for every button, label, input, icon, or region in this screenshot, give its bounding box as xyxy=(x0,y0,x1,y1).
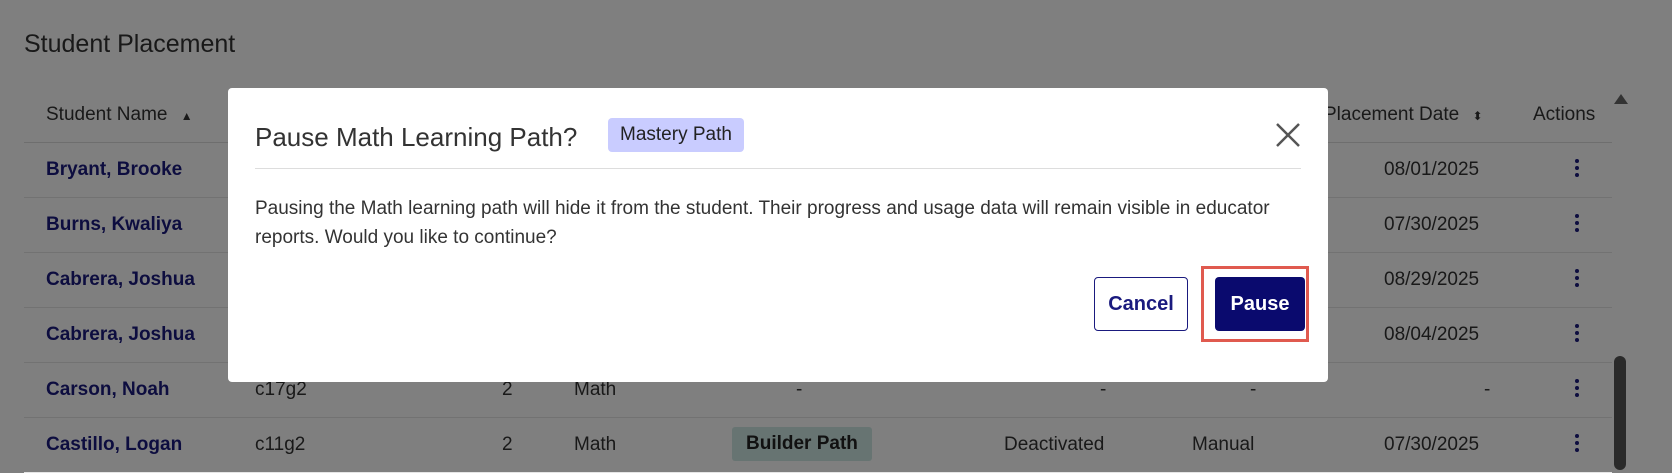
pause-button-highlight: Pause xyxy=(1201,266,1309,342)
pause-learning-path-dialog: Pause Math Learning Path? Mastery Path P… xyxy=(228,88,1328,382)
dialog-title: Pause Math Learning Path? xyxy=(255,122,578,152)
dialog-message: Pausing the Math learning path will hide… xyxy=(255,198,1270,248)
dialog-divider xyxy=(255,168,1301,169)
mastery-path-badge: Mastery Path xyxy=(608,118,744,152)
pause-button[interactable]: Pause xyxy=(1215,277,1305,331)
close-icon[interactable] xyxy=(1274,121,1302,149)
cancel-button[interactable]: Cancel xyxy=(1094,277,1188,331)
